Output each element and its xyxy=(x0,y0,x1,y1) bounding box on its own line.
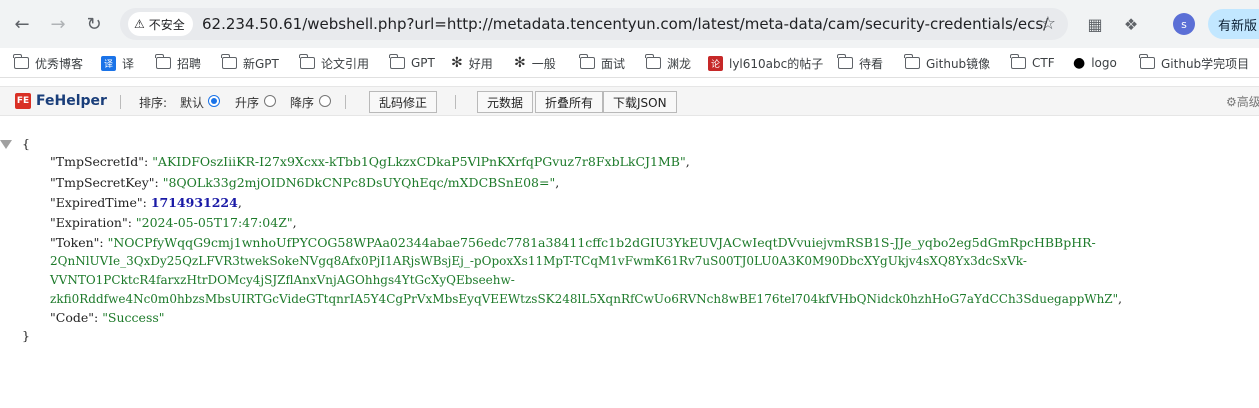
bookmark-item[interactable]: 招聘 xyxy=(155,53,201,73)
bookmark-item[interactable]: 待看 xyxy=(837,53,883,73)
warning-icon: ⚠ xyxy=(134,17,145,31)
sort-label: 排序: xyxy=(139,96,168,110)
bookmark-item[interactable]: 渊龙 xyxy=(645,53,691,73)
folder-icon xyxy=(579,54,595,69)
url-text[interactable]: 62.234.50.61/webshell.php?url=http://met… xyxy=(202,15,1048,33)
qr-code-icon[interactable]: ▦ xyxy=(1084,13,1106,35)
json-open-brace: { xyxy=(22,136,30,151)
bookmark-star-icon[interactable]: ☆ xyxy=(1040,13,1056,34)
divider xyxy=(455,95,456,109)
divider xyxy=(345,95,346,109)
folder-icon xyxy=(1139,54,1155,69)
profile-avatar[interactable]: s xyxy=(1173,13,1195,35)
bookmark-item[interactable]: CTF xyxy=(1010,53,1055,73)
raw-data-button[interactable]: 元数据 xyxy=(477,91,534,113)
folder-icon xyxy=(389,54,405,69)
openai-icon: ✻ xyxy=(451,55,463,71)
fehelper-logo-icon: FE xyxy=(15,93,31,109)
security-label: 不安全 xyxy=(148,17,185,32)
folder-icon xyxy=(13,54,29,69)
openai-icon: ✻ xyxy=(514,55,526,71)
forward-arrow-icon[interactable]: → xyxy=(44,10,72,38)
bookmarks-bar: 优秀博客 译译 招聘 新GPT 论文引用 GPT ✻ 好用 ✻ 一般 面试 渊龙 论… xyxy=(0,48,1259,78)
divider xyxy=(120,95,121,109)
json-token-line2: 2QnNlUVIe_3QxDy25QzLFVR3twekSokeNVgq8Afx… xyxy=(50,254,1027,268)
bookmark-item[interactable]: ✻ 好用 xyxy=(451,53,493,73)
bookmark-item[interactable]: 论文引用 xyxy=(299,53,369,73)
folder-icon xyxy=(645,54,661,69)
sort-desc-label: 降序 xyxy=(290,96,315,110)
advanced-settings[interactable]: ⚙高级 xyxy=(1226,93,1259,110)
json-row-token: "Token": "NOCPfyWqqG9cmj1wnhoUfPYCOG58WP… xyxy=(50,235,1096,250)
bookmark-item[interactable]: ✻ 一般 xyxy=(514,53,556,73)
bookmark-item[interactable]: 新GPT xyxy=(221,53,279,73)
json-close-brace: } xyxy=(22,328,30,343)
sort-desc-radio[interactable] xyxy=(319,95,331,107)
json-token-line3: VVNTO1PCktcR4farxzHtrDOMcy4jSJZflAnxVnjA… xyxy=(50,273,515,287)
collapse-all-button[interactable]: 折叠所有 xyxy=(535,91,604,113)
folder-icon xyxy=(299,54,315,69)
json-row-expiration: "Expiration": "2024-05-05T17:47:04Z", xyxy=(50,215,297,230)
download-json-button[interactable]: 下载JSON xyxy=(603,91,677,113)
sort-asc-label: 升序 xyxy=(235,96,260,110)
json-row-tmpsecretid: "TmpSecretId": "AKIDFOszIiiKR-I27x9Xcxx-… xyxy=(50,154,690,169)
json-token-line4: zkfi0Rddfwe4Nc0m0hbzsMbsUIRTGcVideGTtqnr… xyxy=(50,292,1122,306)
bookmark-item[interactable]: ● logo xyxy=(1073,53,1117,73)
json-row-tmpsecretkey: "TmpSecretKey": "8QOLk33g2mjOIDN6DkCNPc8… xyxy=(50,175,560,190)
forum-icon: 论 xyxy=(708,55,723,71)
bookmark-item[interactable]: Github镜像 xyxy=(904,53,990,73)
fehelper-toolbar: FE FeHelper 排序: 默认 升序 降序 乱码修正 元数据 折叠所有 下… xyxy=(0,86,1259,116)
gear-icon: ⚙ xyxy=(1226,95,1237,109)
security-chip[interactable]: ⚠ 不安全 xyxy=(128,12,193,36)
translate-icon: 译 xyxy=(101,55,116,71)
sort-default-label: 默认 xyxy=(180,96,205,110)
back-arrow-icon[interactable]: ← xyxy=(8,10,36,38)
address-bar[interactable]: ⚠ 不安全 62.234.50.61/webshell.php?url=http… xyxy=(120,8,1068,40)
collapse-toggle-icon[interactable] xyxy=(0,140,12,149)
json-row-code: "Code": "Success" xyxy=(50,310,165,325)
extensions-icon[interactable]: ❖ xyxy=(1120,13,1142,35)
folder-icon xyxy=(837,54,853,69)
sort-asc-radio[interactable] xyxy=(264,95,276,107)
folder-icon xyxy=(1010,54,1026,69)
folder-icon xyxy=(155,54,171,69)
folder-icon xyxy=(904,54,920,69)
fehelper-logo: FE FeHelper xyxy=(15,93,107,109)
apple-icon: ● xyxy=(1073,55,1086,71)
bookmark-item[interactable]: 译译 xyxy=(101,53,134,73)
reload-icon[interactable]: ↻ xyxy=(80,10,108,38)
bookmark-item[interactable]: 论 lyl610abc的帖子 xyxy=(708,53,823,73)
browser-toolbar: ← → ↻ ⚠ 不安全 62.234.50.61/webshell.php?ur… xyxy=(0,0,1259,48)
json-row-expiredtime: "ExpiredTime": 1714931224, xyxy=(50,195,242,210)
bookmark-item[interactable]: 优秀博客 xyxy=(13,53,83,73)
update-button[interactable]: 有新版 xyxy=(1208,9,1259,39)
sort-default-radio[interactable] xyxy=(208,95,220,107)
bookmark-item[interactable]: Github学完项目 xyxy=(1139,53,1249,73)
fix-encoding-button[interactable]: 乱码修正 xyxy=(369,91,438,113)
bookmark-item[interactable]: GPT xyxy=(389,53,435,73)
bookmark-item[interactable]: 面试 xyxy=(579,53,625,73)
folder-icon xyxy=(221,54,237,69)
